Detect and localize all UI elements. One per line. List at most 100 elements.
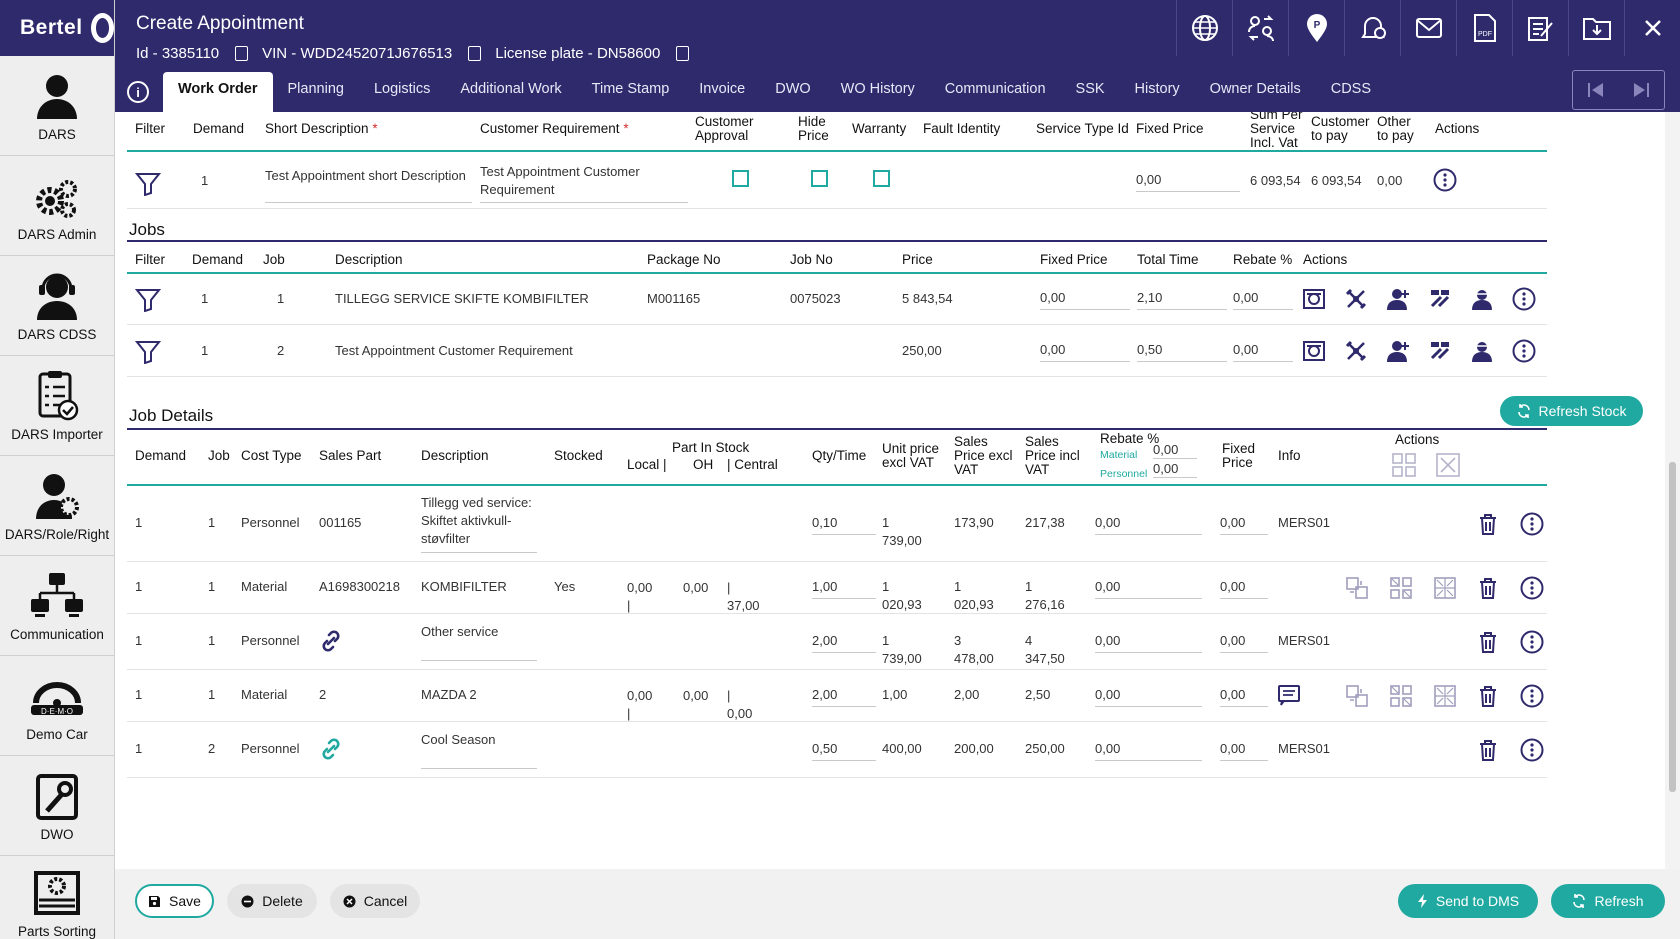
job-rebate-input[interactable]: 0,00 bbox=[1233, 288, 1293, 310]
detail-rebate-input[interactable]: 0,00 bbox=[1095, 513, 1202, 535]
more-options-icon[interactable] bbox=[1520, 738, 1544, 762]
trash-icon[interactable] bbox=[1476, 684, 1500, 708]
tab-work-order[interactable]: Work Order bbox=[163, 72, 273, 112]
sidebar-item-dars-admin[interactable]: DARS Admin bbox=[0, 156, 114, 256]
detail-rebate-input[interactable]: 0,00 bbox=[1095, 739, 1202, 761]
comment-icon[interactable] bbox=[1277, 683, 1301, 707]
copy-icon[interactable] bbox=[468, 46, 482, 61]
tools-box-icon[interactable] bbox=[1302, 287, 1326, 311]
sidebar-item-dwo[interactable]: DWO bbox=[0, 756, 114, 856]
detail-fixed-price-input[interactable]: 0,00 bbox=[1220, 685, 1268, 707]
detail-qty-input[interactable]: 2,00 bbox=[812, 631, 876, 653]
job-fixed-price-input[interactable]: 0,00 bbox=[1040, 288, 1130, 310]
grid-remove-icon[interactable] bbox=[1433, 684, 1457, 708]
hammer-wrench-icon[interactable] bbox=[1428, 339, 1452, 363]
tab-history[interactable]: History bbox=[1120, 72, 1195, 112]
link-icon[interactable] bbox=[319, 737, 343, 761]
trash-icon[interactable] bbox=[1476, 738, 1500, 762]
pdf-icon[interactable]: PDF bbox=[1456, 0, 1512, 56]
more-options-icon[interactable] bbox=[1520, 512, 1544, 536]
cancel-button[interactable]: Cancel bbox=[330, 884, 420, 918]
detail-qty-input[interactable]: 0,10 bbox=[812, 513, 876, 535]
delete-button[interactable]: Delete bbox=[227, 884, 317, 918]
tab-time-stamp[interactable]: Time Stamp bbox=[577, 72, 685, 112]
job-fixed-price-input[interactable]: 0,00 bbox=[1040, 340, 1130, 362]
grid-action-icon[interactable] bbox=[1389, 576, 1413, 600]
grid-action-icon[interactable] bbox=[1391, 452, 1417, 478]
refresh-button[interactable]: Refresh bbox=[1551, 884, 1665, 918]
brand-logo[interactable]: Bertel bbox=[0, 0, 114, 56]
tab-logistics[interactable]: Logistics bbox=[359, 72, 445, 112]
customer-approval-checkbox[interactable] bbox=[732, 170, 749, 187]
folder-download-icon[interactable] bbox=[1568, 0, 1624, 56]
detail-rebate-input[interactable]: 0,00 bbox=[1095, 631, 1202, 653]
customer-requirement-input[interactable]: Test Appointment Customer Requirement bbox=[480, 163, 688, 203]
grid-remove-icon[interactable] bbox=[1433, 576, 1457, 600]
swap-part-icon[interactable] bbox=[1345, 576, 1369, 600]
alarm-icon[interactable] bbox=[1344, 0, 1400, 56]
more-options-icon[interactable] bbox=[1512, 287, 1536, 311]
detail-qty-input[interactable]: 1,00 bbox=[812, 577, 876, 599]
mail-icon[interactable] bbox=[1400, 0, 1456, 56]
tab-dwo[interactable]: DWO bbox=[760, 72, 825, 112]
sidebar-item-dars-role-right[interactable]: DARS/Role/Right bbox=[0, 456, 114, 556]
crossed-tools-icon[interactable] bbox=[1344, 287, 1368, 311]
trash-icon[interactable] bbox=[1476, 576, 1500, 600]
close-icon[interactable] bbox=[1624, 0, 1680, 56]
trash-icon[interactable] bbox=[1476, 512, 1500, 536]
send-to-dms-button[interactable]: Send to DMS bbox=[1398, 884, 1538, 918]
add-mechanic-icon[interactable] bbox=[1386, 287, 1410, 311]
rebate-personnel-input[interactable]: 0,00 bbox=[1153, 462, 1197, 478]
tab-ssk[interactable]: SSK bbox=[1061, 72, 1120, 112]
copy-icon[interactable] bbox=[235, 46, 249, 61]
detail-rebate-input[interactable]: 0,00 bbox=[1095, 577, 1202, 599]
mechanic-icon[interactable] bbox=[1470, 339, 1494, 363]
sidebar-item-dars[interactable]: DARS bbox=[0, 56, 114, 156]
tab-invoice[interactable]: Invoice bbox=[684, 72, 760, 112]
scrollbar-thumb[interactable] bbox=[1669, 462, 1676, 792]
hide-price-checkbox[interactable] bbox=[811, 170, 828, 187]
detail-fixed-price-input[interactable]: 0,00 bbox=[1220, 577, 1268, 599]
map-pin-icon[interactable]: P bbox=[1288, 0, 1344, 56]
add-mechanic-icon[interactable] bbox=[1386, 339, 1410, 363]
detail-qty-input[interactable]: 2,00 bbox=[812, 685, 876, 707]
grid-remove-icon[interactable] bbox=[1435, 452, 1461, 478]
detail-qty-input[interactable]: 0,50 bbox=[812, 739, 876, 761]
first-record-icon[interactable] bbox=[1587, 82, 1605, 98]
tab-additional-work[interactable]: Additional Work bbox=[445, 72, 576, 112]
more-options-icon[interactable] bbox=[1520, 630, 1544, 654]
tab-owner-details[interactable]: Owner Details bbox=[1195, 72, 1316, 112]
more-options-icon[interactable] bbox=[1512, 339, 1536, 363]
mechanic-icon[interactable] bbox=[1470, 287, 1494, 311]
sidebar-item-demo-car[interactable]: D·E·M·O Demo Car bbox=[0, 656, 114, 756]
save-button[interactable]: Save bbox=[135, 884, 214, 918]
filter-icon[interactable] bbox=[135, 172, 161, 196]
copy-icon[interactable] bbox=[676, 46, 690, 61]
swap-part-icon[interactable] bbox=[1345, 684, 1369, 708]
tab-cdss[interactable]: CDSS bbox=[1316, 72, 1386, 112]
short-description-input[interactable]: Test Appointment short Description bbox=[265, 166, 472, 203]
tools-box-icon[interactable] bbox=[1302, 339, 1326, 363]
job-total-time-input[interactable]: 0,50 bbox=[1137, 340, 1227, 362]
link-icon[interactable] bbox=[319, 629, 343, 653]
info-icon[interactable]: i bbox=[127, 81, 149, 103]
job-total-time-input[interactable]: 2,10 bbox=[1137, 288, 1227, 310]
tab-communication[interactable]: Communication bbox=[930, 72, 1061, 112]
trash-icon[interactable] bbox=[1476, 630, 1500, 654]
sidebar-item-communication[interactable]: Communication bbox=[0, 556, 114, 656]
crossed-tools-icon[interactable] bbox=[1344, 339, 1368, 363]
fixed-price-input[interactable]: 0,00 bbox=[1136, 170, 1240, 192]
tab-wo-history[interactable]: WO History bbox=[826, 72, 930, 112]
sidebar-item-dars-cdss[interactable]: DARS CDSS bbox=[0, 256, 114, 356]
detail-fixed-price-input[interactable]: 0,00 bbox=[1220, 739, 1268, 761]
people-swap-icon[interactable] bbox=[1232, 0, 1288, 56]
tab-planning[interactable]: Planning bbox=[273, 72, 359, 112]
detail-fixed-price-input[interactable]: 0,00 bbox=[1220, 631, 1268, 653]
grid-action-icon[interactable] bbox=[1389, 684, 1413, 708]
sidebar-item-parts-sorting[interactable]: Parts Sorting bbox=[0, 856, 114, 939]
warranty-checkbox[interactable] bbox=[873, 170, 890, 187]
edit-note-icon[interactable] bbox=[1512, 0, 1568, 56]
job-rebate-input[interactable]: 0,00 bbox=[1233, 340, 1293, 362]
more-options-icon[interactable] bbox=[1433, 168, 1457, 192]
filter-icon[interactable] bbox=[135, 340, 161, 364]
